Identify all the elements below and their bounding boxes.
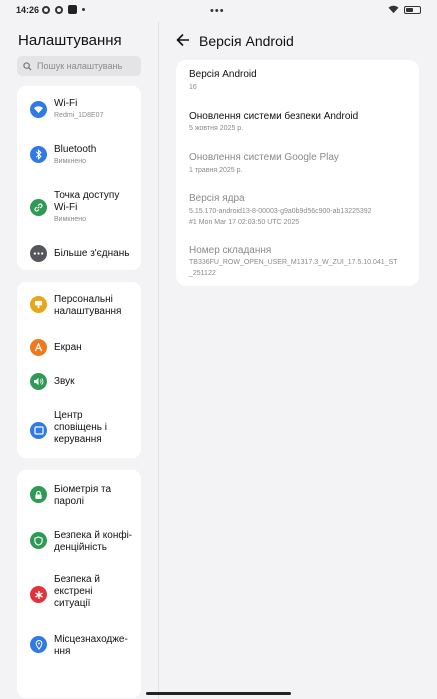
sidebar-item-label: ння	[54, 646, 71, 657]
page-title: Версія Android	[199, 33, 294, 49]
sidebar-item-more-connections[interactable]: Більше з'єднань	[17, 244, 141, 264]
sidebar-item-privacy[interactable]: Безпека й конфі- денційність	[17, 528, 141, 556]
status-notification-icons	[42, 5, 85, 14]
sidebar-item-sound[interactable]: Звук	[17, 372, 141, 392]
sidebar-item-screen[interactable]: Екран	[17, 338, 141, 358]
sidebar-item-subtitle: Вимкнено	[54, 216, 86, 223]
gear-icon	[55, 5, 63, 14]
row-value: #1 Mon Mar 17 02:03:50 UTC 2025	[189, 219, 300, 226]
sidebar-item-label: сповіщень і	[54, 422, 107, 433]
sidebar-item-hotspot[interactable]: Точка доступу Wi-Fi Вимкнено	[17, 188, 141, 226]
navigation-gesture-handle[interactable]	[146, 692, 291, 695]
more-notifications-dot-icon	[82, 8, 85, 11]
sidebar-item-label: Екран	[54, 342, 82, 353]
sidebar-item-label: денційність	[54, 542, 107, 553]
android-version-card: Версія Android 16 Оновлення системи безп…	[176, 60, 419, 286]
emergency-asterisk-icon	[30, 586, 47, 603]
wifi-icon	[30, 101, 47, 118]
row-title: Оновлення системи безпеки Android	[189, 111, 359, 122]
search-placeholder: Пошук налаштувань	[37, 61, 123, 71]
sidebar-item-subtitle: Вимкнено	[54, 158, 86, 165]
more-dots-icon	[30, 245, 47, 262]
sidebar-item-label: паролі	[54, 496, 84, 507]
status-time: 14:26	[16, 5, 40, 15]
row-value: 5 жовтня 2025 р.	[189, 125, 244, 132]
bluetooth-icon	[30, 146, 47, 163]
palette-icon	[30, 296, 47, 313]
app-notification-icon	[68, 5, 77, 14]
sidebar-item-label: Wi-Fi	[54, 98, 78, 109]
sidebar-item-label: Bluetooth	[54, 144, 97, 155]
sidebar-item-notification-center[interactable]: Центр сповіщень і керування	[17, 410, 141, 450]
row-title: Версія ядра	[189, 193, 245, 204]
sidebar-item-label: екстрені	[54, 586, 93, 597]
settings-sidebar: Налаштування Пошук налаштувань Wi-Fi Red…	[0, 22, 158, 699]
sidebar-item-label: Більше з'єднань	[54, 248, 130, 259]
back-arrow-icon[interactable]	[176, 33, 190, 47]
sidebar-item-label: Wi-Fi	[54, 202, 78, 213]
sidebar-item-label: Звук	[54, 376, 75, 387]
shield-icon	[30, 532, 47, 549]
sidebar-item-label: Центр	[54, 410, 83, 421]
sidebar-item-label: керування	[54, 434, 102, 445]
sidebar-item-label: налаштування	[54, 306, 122, 317]
window-menu-dots[interactable]: •••	[210, 5, 225, 17]
sidebar-item-label: Точка доступу	[54, 190, 120, 201]
sidebar-item-label: Безпека й конфі-	[54, 530, 133, 541]
speaker-icon	[30, 373, 47, 390]
row-value: _251122	[189, 270, 216, 277]
row-value: 1 травня 2025 р.	[189, 167, 243, 174]
location-pin-icon	[30, 636, 47, 653]
search-icon	[23, 61, 32, 71]
sidebar-item-label: Біометрія та	[54, 484, 112, 495]
row-value: TB336FU_ROW_OPEN_USER_M1317.3_W_ZUI_17.5…	[189, 259, 398, 266]
connections-card: Wi-Fi Redmi_1D8E07 Bluetooth Вимкнено То…	[17, 86, 141, 270]
row-title: Версія Android	[189, 69, 257, 80]
sidebar-item-emergency[interactable]: Безпека й екстрені ситуації	[17, 574, 141, 614]
wifi-signal-icon	[388, 5, 399, 14]
sidebar-item-biometry[interactable]: Біометрія та паролі	[17, 482, 141, 510]
row-value: 5.15.170-android13-8-00003-g9a0b9d56c900…	[189, 208, 372, 215]
sidebar-item-label: Місцезнаходже-	[54, 634, 128, 645]
gear-icon	[42, 5, 50, 14]
sidebar-item-location[interactable]: Місцезнаходже- ння	[17, 632, 141, 660]
sidebar-item-label: Персональні	[54, 294, 113, 305]
hotspot-link-icon	[30, 199, 47, 216]
sidebar-item-label: Безпека й	[54, 574, 100, 585]
display-card: Персональні налаштування Екран Звук Цент…	[17, 282, 141, 458]
lock-icon	[30, 486, 47, 503]
sidebar-item-label: ситуації	[54, 598, 91, 609]
sidebar-item-wifi[interactable]: Wi-Fi Redmi_1D8E07	[17, 96, 141, 124]
row-title: Номер складання	[189, 245, 272, 256]
sidebar-item-personal[interactable]: Персональні налаштування	[17, 292, 141, 320]
search-input[interactable]: Пошук налаштувань	[17, 56, 141, 76]
row-title: Оновлення системи Google Play	[189, 152, 339, 163]
security-card: Біометрія та паролі Безпека й конфі- ден…	[17, 470, 141, 698]
status-bar: 14:26 •••	[0, 0, 437, 22]
sidebar-item-subtitle: Redmi_1D8E07	[54, 112, 104, 119]
status-system-icons	[388, 5, 421, 14]
notification-panel-icon	[30, 422, 47, 439]
row-value: 16	[189, 84, 197, 91]
battery-icon	[404, 5, 421, 14]
sidebar-item-bluetooth[interactable]: Bluetooth Вимкнено	[17, 142, 141, 170]
pane-divider	[158, 22, 159, 699]
sidebar-title: Налаштування	[18, 32, 122, 49]
display-letter-icon	[30, 339, 47, 356]
